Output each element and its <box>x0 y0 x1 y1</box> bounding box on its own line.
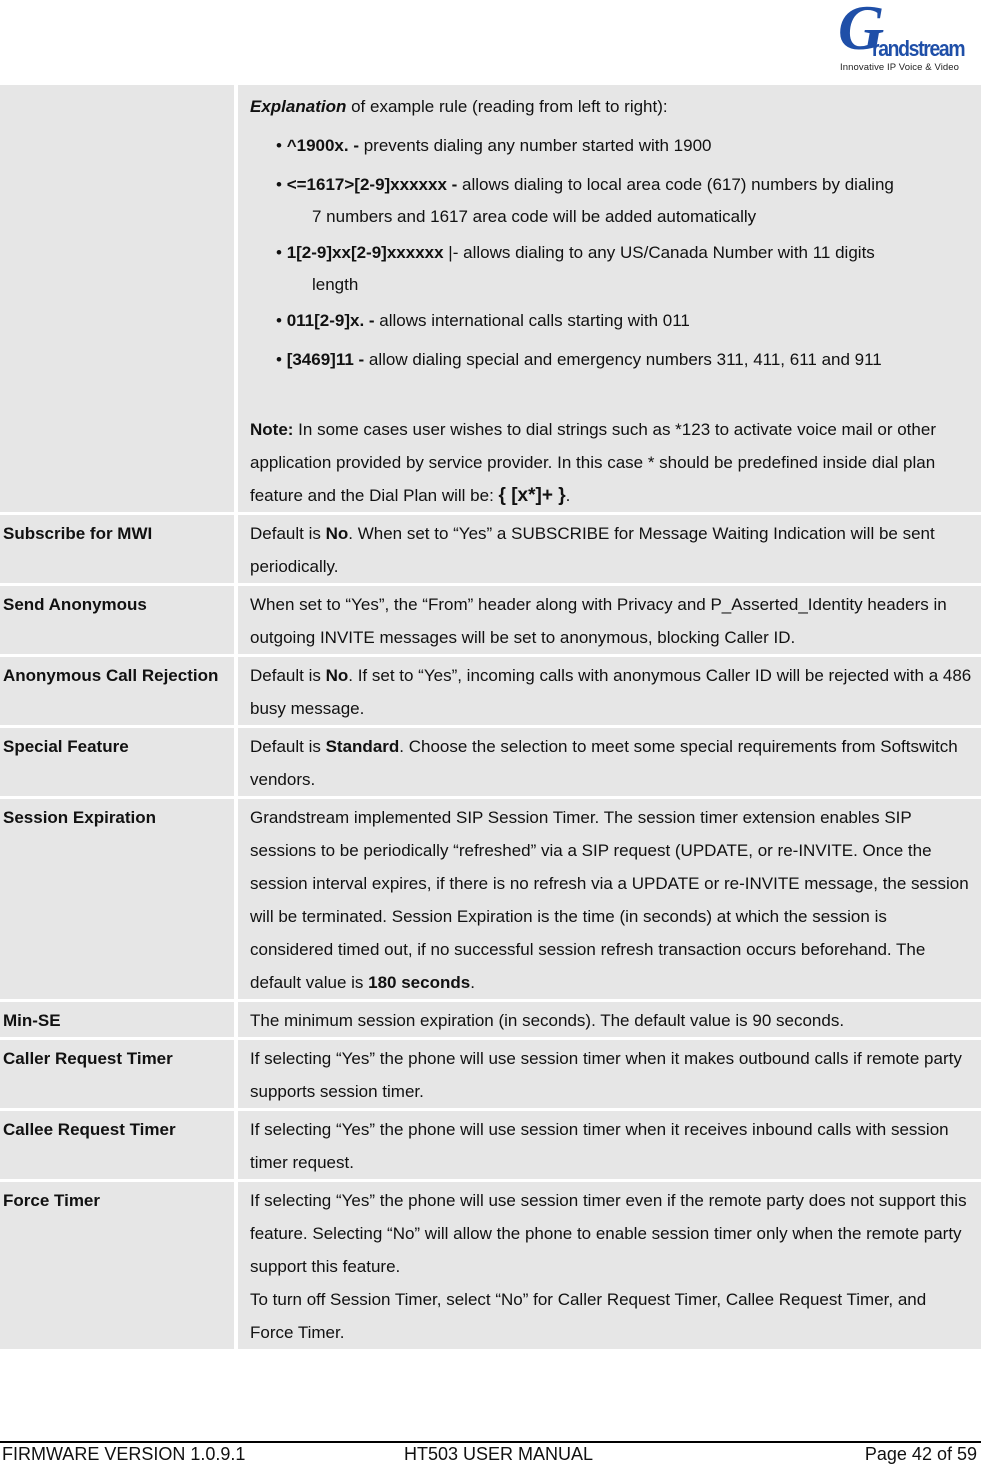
grandstream-logo: G randstream Innovative IP Voice & Video <box>836 0 972 74</box>
param-name: Caller Request Timer <box>0 1037 238 1108</box>
param-description: When set to “Yes”, the “From” header alo… <box>238 583 981 654</box>
default-value: 180 seconds <box>368 973 471 992</box>
param-name: Min-SE <box>0 999 238 1037</box>
table-row-explanation: Explanation of example rule (reading fro… <box>0 82 981 512</box>
footer-firmware-version: FIRMWARE VERSION 1.0.9.1 <box>2 1444 246 1464</box>
logo-wordmark: randstream <box>872 36 966 61</box>
dial-rule-description: allow dialing special and emergency numb… <box>364 350 882 369</box>
footer-manual-title: HT503 USER MANUAL <box>404 1444 594 1464</box>
dial-rule-pattern: 1[2-9]xx[2-9]xxxxxx <box>286 243 444 262</box>
dial-rule-item: • [3469]11 - allow dialing special and e… <box>250 340 973 379</box>
dial-rule-item: • 011[2-9]x. - allows international call… <box>250 301 973 340</box>
dial-rule-description-continued: length <box>312 275 359 294</box>
param-name: Session Expiration <box>0 796 238 999</box>
dial-rule-description: allows dialing to any US/Canada Number w… <box>463 243 875 262</box>
table-row: Callee Request Timer If selecting “Yes” t… <box>0 1108 981 1179</box>
param-description: The minimum session expiration (in secon… <box>238 999 981 1037</box>
default-value: Standard <box>325 737 400 756</box>
dial-rule-pattern: ^1900x. - <box>286 136 359 155</box>
dial-rule-item: • <=1617>[2-9]xxxxxx - allows dialing to… <box>250 165 973 233</box>
bullet-icon: • <box>276 350 282 369</box>
dial-rule-pattern: 011[2-9]x. - <box>286 311 375 330</box>
table-row: Force Timer If selecting “Yes” the phone … <box>0 1179 981 1349</box>
param-name-cell <box>0 82 238 512</box>
bullet-icon: • <box>276 243 282 262</box>
footer-page-number: Page 42 of 59 <box>864 1444 977 1464</box>
parameter-table: Explanation of example rule (reading fro… <box>0 82 981 1349</box>
table-row: Send Anonymous When set to “Yes”, the “Fr… <box>0 583 981 654</box>
param-name: Send Anonymous <box>0 583 238 654</box>
explanation-intro: Explanation of example rule (reading fro… <box>250 97 668 116</box>
default-value: No <box>325 666 349 685</box>
explanation-note: Note: In some cases user wishes to dial … <box>250 420 936 506</box>
explanation-cell: Explanation of example rule (reading fro… <box>238 82 981 512</box>
param-description: If selecting “Yes” the phone will use se… <box>238 1037 981 1108</box>
param-name: Subscribe for MWI <box>0 512 238 583</box>
param-description: Default is No. When set to “Yes” a SUBSC… <box>238 512 981 583</box>
param-description-extra: To turn off Session Timer, select “No” f… <box>250 1290 927 1342</box>
param-name: Special Feature <box>0 725 238 796</box>
table-row: Min-SE The minimum session expiration (in… <box>0 999 981 1037</box>
dial-rule-description: allows international calls starting with… <box>374 311 690 330</box>
dial-plan-code: { [x*]+ } <box>498 485 566 506</box>
default-value: No <box>325 524 349 543</box>
dial-rule-pattern: [3469]11 - <box>286 350 365 369</box>
param-description: If selecting “Yes” the phone will use se… <box>238 1108 981 1179</box>
param-description: Default is No. If set to “Yes”, incoming… <box>238 654 981 725</box>
table-row: Anonymous Call Rejection Default is No. I… <box>0 654 981 725</box>
table-row: Session Expiration Grandstream implemente… <box>0 796 981 999</box>
dial-rule-item: • ^1900x. - prevents dialing any number … <box>250 126 973 165</box>
bullet-icon: • <box>276 311 282 330</box>
param-description: Grandstream implemented SIP Session Time… <box>238 796 981 999</box>
logo-tagline: Innovative IP Voice & Video <box>840 62 960 73</box>
table-row: Subscribe for MWI Default is No. When set… <box>0 512 981 583</box>
dial-rule-list: • ^1900x. - prevents dialing any number … <box>250 126 973 379</box>
table-row: Special Feature Default is Standard. Choo… <box>0 725 981 796</box>
table-row: Caller Request Timer If selecting “Yes” t… <box>0 1037 981 1108</box>
dial-rule-description: prevents dialing any number started with… <box>359 136 712 155</box>
param-name: Force Timer <box>0 1179 238 1349</box>
param-name: Callee Request Timer <box>0 1108 238 1179</box>
bullet-icon: • <box>276 136 282 155</box>
dial-rule-description-continued: 7 numbers and 1617 area code will be add… <box>312 207 757 226</box>
dial-rule-item: • 1[2-9]xx[2-9]xxxxxx |- allows dialing … <box>250 233 973 301</box>
param-description: If selecting “Yes” the phone will use se… <box>238 1179 981 1349</box>
param-description: Default is Standard. Choose the selectio… <box>238 725 981 796</box>
param-name: Anonymous Call Rejection <box>0 654 238 725</box>
dial-rule-description: allows dialing to local area code (617) … <box>457 175 894 194</box>
bullet-icon: • <box>276 175 282 194</box>
dial-rule-pattern: <=1617>[2-9]xxxxxx - <box>286 175 458 194</box>
